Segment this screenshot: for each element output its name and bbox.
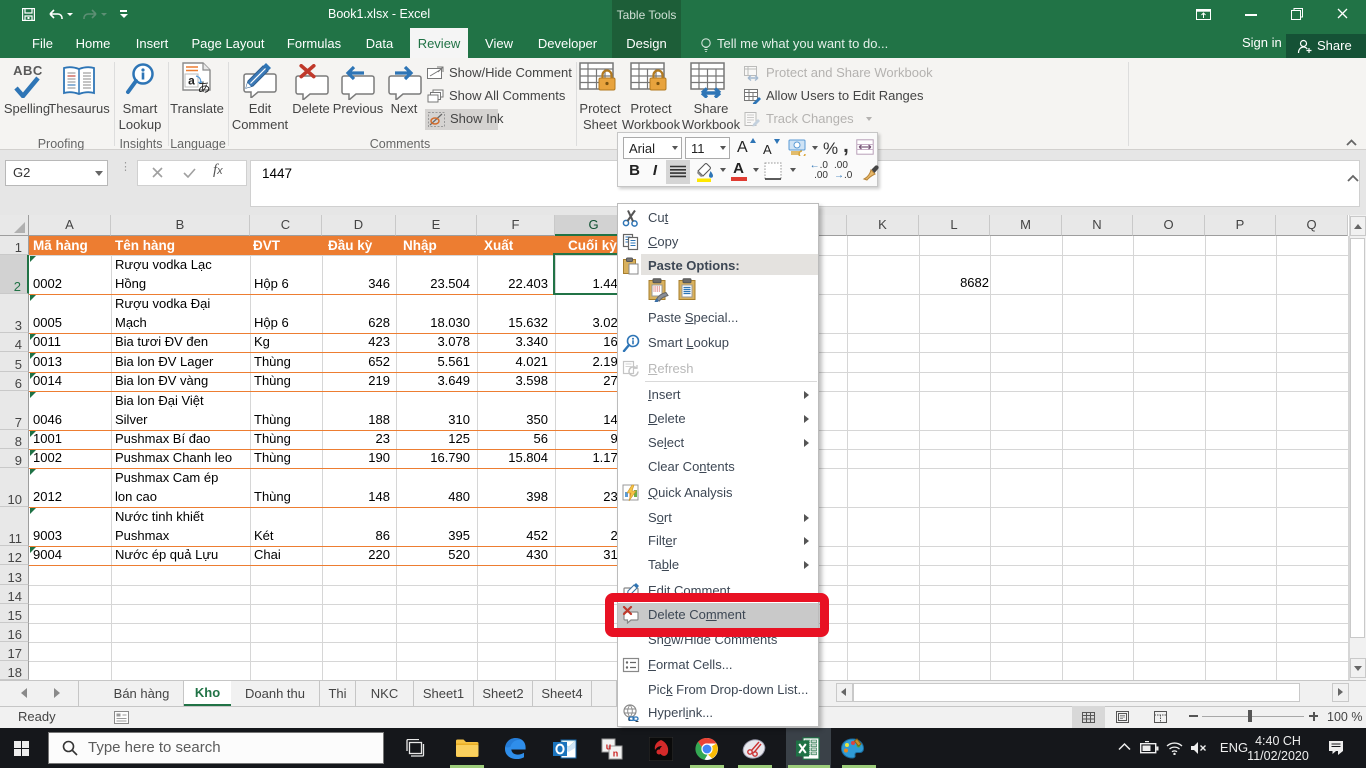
svg-text:n: n [613, 749, 619, 759]
svg-text:あ: あ [197, 80, 210, 95]
svg-text:u: u [606, 742, 612, 752]
svg-text:a: a [188, 74, 195, 88]
